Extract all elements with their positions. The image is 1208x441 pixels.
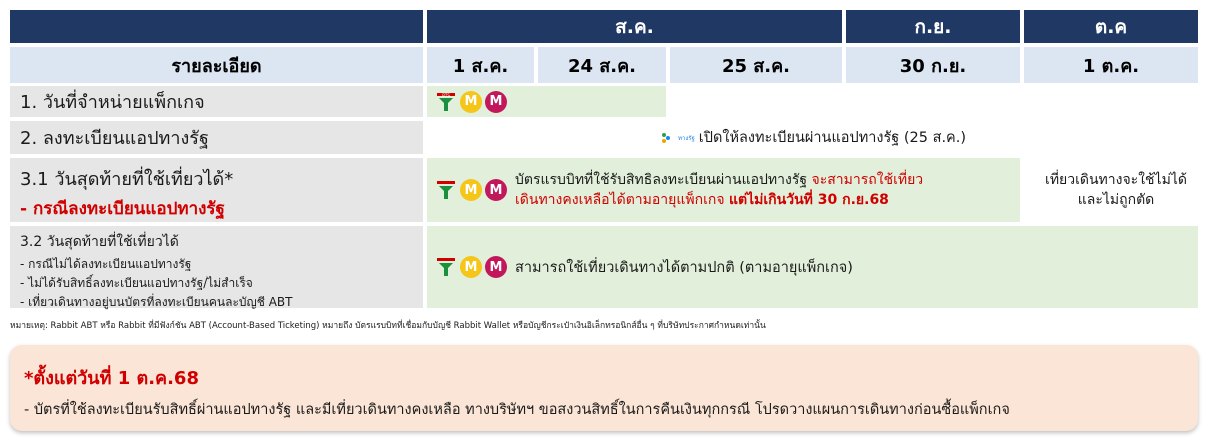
header-month-oct: ต.ค bbox=[1024, 10, 1198, 43]
subheader-date-4-label: 30 ก.ย. bbox=[899, 55, 967, 77]
row3-text-c: เดินทางคงเหลือได้ตามอายุแพ็กเกจ bbox=[515, 192, 730, 208]
header-month-sep-label: ก.ย. bbox=[914, 15, 952, 38]
row-sale-date-cell: BTS M M bbox=[427, 86, 666, 117]
pink-line-letter: M bbox=[489, 182, 503, 198]
pink-line-letter: M bbox=[489, 94, 503, 109]
subheader-detail: รายละเอียด bbox=[10, 47, 423, 83]
yellow-line-letter: M bbox=[464, 259, 478, 275]
row-last-day-registered-label: 3.1 วันสุดท้ายที่ใช้เที่ยวได้* - กรณีลงท… bbox=[10, 158, 423, 222]
subheader-detail-label: รายละเอียด bbox=[171, 55, 262, 77]
row-registration-label: 2. ลงทะเบียนแอปทางรัฐ bbox=[10, 121, 423, 154]
tangrat-app-icon: ทางรัฐ bbox=[660, 131, 695, 145]
footnote: หมายเหตุ: Rabbit ABT หรือ Rabbit ที่มีฟั… bbox=[10, 318, 1200, 334]
header-month-oct-label: ต.ค bbox=[1094, 15, 1128, 38]
header-month-sep: ก.ย. bbox=[846, 10, 1020, 43]
bts-logo-icon bbox=[435, 179, 457, 201]
subheader-date-3: 25 ส.ค. bbox=[670, 47, 842, 83]
yellow-line-icon: M bbox=[460, 256, 482, 278]
yellow-line-icon: M bbox=[460, 179, 482, 201]
row3-text-b: จะสามารถใช้เที่ยว bbox=[811, 172, 924, 188]
yellow-line-letter: M bbox=[464, 94, 478, 109]
header-month-aug: ส.ค. bbox=[427, 10, 842, 43]
notice-box: *ตั้งแต่วันที่ 1 ต.ค.68 - บัตรที่ใช้ลงทะ… bbox=[10, 345, 1198, 431]
oct-cell-line2: และไม่ถูกตัด bbox=[1077, 192, 1155, 208]
notice-title: *ตั้งแต่วันที่ 1 ต.ค.68 bbox=[24, 368, 199, 389]
row-sale-date-text: 1. วันที่จำหน่ายแพ็กเกจ bbox=[20, 92, 205, 113]
footnote-text: หมายเหตุ: Rabbit ABT หรือ Rabbit ที่มีฟั… bbox=[10, 321, 766, 331]
row-last-day-registered-cell: M M บัตรแรบบิทที่ใช้รับสิทธิลงทะเบียนผ่า… bbox=[427, 158, 1020, 222]
subheader-date-5-label: 1 ต.ค. bbox=[1082, 55, 1140, 77]
row4-icons: M M bbox=[435, 256, 507, 278]
yellow-line-letter: M bbox=[464, 182, 478, 198]
row-last-day-registered-title: 3.1 วันสุดท้ายที่ใช้เที่ยวได้* bbox=[20, 169, 234, 190]
yellow-line-icon: M bbox=[460, 90, 482, 113]
row3-description: บัตรแรบบิทที่ใช้รับสิทธิลงทะเบียนผ่านแอป… bbox=[515, 170, 923, 210]
row4-text: สามารถใช้เที่ยวเดินทางได้ตามปกติ (ตามอาย… bbox=[515, 259, 853, 276]
row-registration-cell: ทางรัฐ เปิดให้ลงทะเบียนผ่านแอปทางรัฐ (25… bbox=[660, 121, 1060, 154]
subheader-date-5: 1 ต.ค. bbox=[1024, 47, 1198, 83]
header-blank bbox=[10, 10, 423, 43]
bts-logo-icon: BTS bbox=[435, 91, 457, 113]
oct-cell-line1: เที่ยวเดินทางจะใช้ไม่ได้ bbox=[1045, 172, 1187, 188]
subheader-date-2-label: 24 ส.ค. bbox=[567, 55, 637, 77]
subheader-date-1: 1 ส.ค. bbox=[427, 47, 534, 83]
row3-text-a: บัตรแรบบิทที่ใช้รับสิทธิลงทะเบียนผ่านแอป… bbox=[515, 172, 812, 188]
subheader-date-2: 24 ส.ค. bbox=[538, 47, 666, 83]
subheader-date-4: 30 ก.ย. bbox=[846, 47, 1020, 83]
registration-open-text: เปิดให้ลงทะเบียนผ่านแอปทางรัฐ (25 ส.ค.) bbox=[698, 130, 967, 146]
row4-condition-3: - เที่ยวเดินทางอยู่บนบัตรที่ลงทะเบียนคนล… bbox=[20, 295, 293, 309]
subheader-date-3-label: 25 ส.ค. bbox=[721, 55, 791, 77]
row-last-day-unregistered-label: 3.2 วันสุดท้ายที่ใช้เที่ยวได้ - กรณีไม่ไ… bbox=[10, 226, 423, 309]
subheader-date-1-label: 1 ส.ค. bbox=[452, 55, 509, 77]
pink-line-icon: M bbox=[485, 179, 507, 201]
bts-logo-icon bbox=[435, 256, 457, 278]
row4-title: 3.2 วันสุดท้ายที่ใช้เที่ยวได้ bbox=[20, 234, 179, 250]
tangrat-app-label: ทางรัฐ bbox=[678, 134, 695, 142]
row4-condition-2: - ไม่ได้รับสิทธิ์ลงทะเบียนแอปทางรัฐ/ไม่ส… bbox=[20, 276, 253, 290]
row3-icons: M M bbox=[435, 179, 507, 201]
row-registration-text: 2. ลงทะเบียนแอปทางรัฐ bbox=[20, 128, 209, 149]
bts-logo-text: BTS bbox=[442, 93, 450, 98]
pink-line-letter: M bbox=[489, 259, 503, 275]
row4-condition-1: - กรณีไม่ได้ลงทะเบียนแอปทางรัฐ bbox=[20, 257, 192, 271]
pink-line-icon: M bbox=[485, 90, 507, 113]
header-month-aug-label: ส.ค. bbox=[615, 15, 654, 38]
row3-text-d: แต่ไม่เกินวันที่ 30 ก.ย.68 bbox=[729, 192, 889, 208]
row-last-day-oct-cell: เที่ยวเดินทางจะใช้ไม่ได้ และไม่ถูกตัด bbox=[1024, 158, 1208, 222]
row-sale-date-label: 1. วันที่จำหน่ายแพ็กเกจ bbox=[10, 86, 423, 117]
row-last-day-unregistered-cell: M M สามารถใช้เที่ยวเดินทางได้ตามปกติ (ตา… bbox=[427, 226, 1198, 308]
notice-body: - บัตรที่ใช้ลงทะเบียนรับสิทธิ์ผ่านแอปทาง… bbox=[24, 402, 1010, 418]
pink-line-icon: M bbox=[485, 256, 507, 278]
row-last-day-registered-condition: - กรณีลงทะเบียนแอปทางรัฐ bbox=[20, 199, 225, 219]
